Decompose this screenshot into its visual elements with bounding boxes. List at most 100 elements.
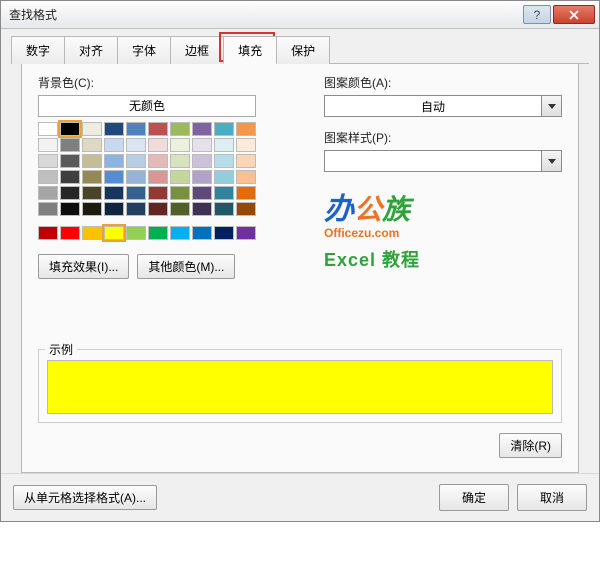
color-swatch[interactable] <box>38 154 58 168</box>
color-swatch[interactable] <box>82 186 102 200</box>
color-swatch[interactable] <box>148 170 168 184</box>
color-swatch[interactable] <box>192 122 212 136</box>
tab-3[interactable]: 边框 <box>170 36 224 64</box>
color-swatch[interactable] <box>192 138 212 152</box>
color-swatch[interactable] <box>60 154 80 168</box>
clear-button[interactable]: 清除(R) <box>499 433 562 458</box>
color-swatch[interactable] <box>170 202 190 216</box>
color-swatch[interactable] <box>126 170 146 184</box>
color-swatch[interactable] <box>192 202 212 216</box>
color-swatch[interactable] <box>104 138 124 152</box>
watermark: 办 公 族 Officezu.com Excel 教程 <box>324 184 562 272</box>
color-swatch[interactable] <box>214 154 234 168</box>
color-swatch[interactable] <box>38 138 58 152</box>
color-swatch[interactable] <box>82 154 102 168</box>
color-swatch[interactable] <box>126 226 146 240</box>
color-swatch[interactable] <box>126 202 146 216</box>
color-palette <box>38 122 288 240</box>
color-swatch[interactable] <box>104 226 124 240</box>
no-color-button[interactable]: 无颜色 <box>38 95 256 117</box>
pattern-color-dropdown-button[interactable] <box>542 95 562 117</box>
color-swatch[interactable] <box>82 122 102 136</box>
color-swatch[interactable] <box>170 186 190 200</box>
color-swatch[interactable] <box>214 226 234 240</box>
color-swatch[interactable] <box>38 122 58 136</box>
background-color-label: 背景色(C): <box>38 74 288 91</box>
tab-1[interactable]: 对齐 <box>64 36 118 64</box>
tab-0[interactable]: 数字 <box>11 36 65 64</box>
color-swatch[interactable] <box>214 202 234 216</box>
color-swatch[interactable] <box>60 138 80 152</box>
color-swatch[interactable] <box>38 202 58 216</box>
other-colors-button[interactable]: 其他颜色(M)... <box>137 254 235 279</box>
color-swatch[interactable] <box>236 138 256 152</box>
tabs-container: 数字对齐字体边框填充保护 背景色(C): 无颜色 填充效果(I)... 其他颜色… <box>1 29 599 473</box>
tabs: 数字对齐字体边框填充保护 <box>11 35 589 64</box>
color-swatch[interactable] <box>104 170 124 184</box>
color-swatch[interactable] <box>126 122 146 136</box>
color-swatch[interactable] <box>148 154 168 168</box>
color-swatch[interactable] <box>214 170 234 184</box>
example-group: 示例 <box>38 349 562 423</box>
color-swatch[interactable] <box>60 226 80 240</box>
color-swatch[interactable] <box>38 226 58 240</box>
color-swatch[interactable] <box>236 186 256 200</box>
color-swatch[interactable] <box>170 154 190 168</box>
color-swatch[interactable] <box>148 186 168 200</box>
tab-5[interactable]: 保护 <box>276 36 330 64</box>
color-swatch[interactable] <box>192 226 212 240</box>
color-swatch[interactable] <box>104 186 124 200</box>
pattern-style-select[interactable] <box>324 150 562 172</box>
color-swatch[interactable] <box>38 186 58 200</box>
color-swatch[interactable] <box>148 122 168 136</box>
color-swatch[interactable] <box>236 122 256 136</box>
color-swatch[interactable] <box>170 170 190 184</box>
color-swatch[interactable] <box>192 186 212 200</box>
color-swatch[interactable] <box>38 170 58 184</box>
color-swatch[interactable] <box>82 138 102 152</box>
color-swatch[interactable] <box>82 170 102 184</box>
color-swatch[interactable] <box>126 154 146 168</box>
color-swatch[interactable] <box>148 202 168 216</box>
ok-button[interactable]: 确定 <box>439 484 509 511</box>
color-swatch[interactable] <box>82 202 102 216</box>
color-swatch[interactable] <box>126 138 146 152</box>
color-swatch[interactable] <box>60 202 80 216</box>
color-swatch[interactable] <box>214 122 234 136</box>
color-swatch[interactable] <box>104 122 124 136</box>
pattern-style-label: 图案样式(P): <box>324 129 562 146</box>
pattern-style-dropdown-button[interactable] <box>542 150 562 172</box>
close-button[interactable] <box>553 5 595 24</box>
color-swatch[interactable] <box>236 202 256 216</box>
color-swatch[interactable] <box>214 138 234 152</box>
color-swatch[interactable] <box>192 154 212 168</box>
titlebar: 查找格式 ? <box>1 1 599 29</box>
fill-effects-button[interactable]: 填充效果(I)... <box>38 254 129 279</box>
color-swatch[interactable] <box>82 226 102 240</box>
cancel-button[interactable]: 取消 <box>517 484 587 511</box>
dialog-title: 查找格式 <box>9 6 523 23</box>
color-swatch[interactable] <box>236 154 256 168</box>
color-swatch[interactable] <box>214 186 234 200</box>
color-swatch[interactable] <box>60 186 80 200</box>
fill-tab-content: 背景色(C): 无颜色 填充效果(I)... 其他颜色(M)... 图案颜色(A… <box>21 64 579 473</box>
color-swatch[interactable] <box>170 138 190 152</box>
help-button[interactable]: ? <box>523 5 551 24</box>
from-cell-format-button[interactable]: 从单元格选择格式(A)... <box>13 485 157 510</box>
color-swatch[interactable] <box>170 226 190 240</box>
chevron-down-icon <box>548 159 556 164</box>
color-swatch[interactable] <box>236 170 256 184</box>
color-swatch[interactable] <box>126 186 146 200</box>
color-swatch[interactable] <box>148 138 168 152</box>
color-swatch[interactable] <box>236 226 256 240</box>
color-swatch[interactable] <box>148 226 168 240</box>
color-swatch[interactable] <box>104 202 124 216</box>
color-swatch[interactable] <box>60 170 80 184</box>
color-swatch[interactable] <box>104 154 124 168</box>
color-swatch[interactable] <box>170 122 190 136</box>
color-swatch[interactable] <box>192 170 212 184</box>
tab-2[interactable]: 字体 <box>117 36 171 64</box>
pattern-color-select[interactable]: 自动 <box>324 95 562 117</box>
tab-4[interactable]: 填充 <box>223 36 277 64</box>
color-swatch[interactable] <box>60 122 80 136</box>
